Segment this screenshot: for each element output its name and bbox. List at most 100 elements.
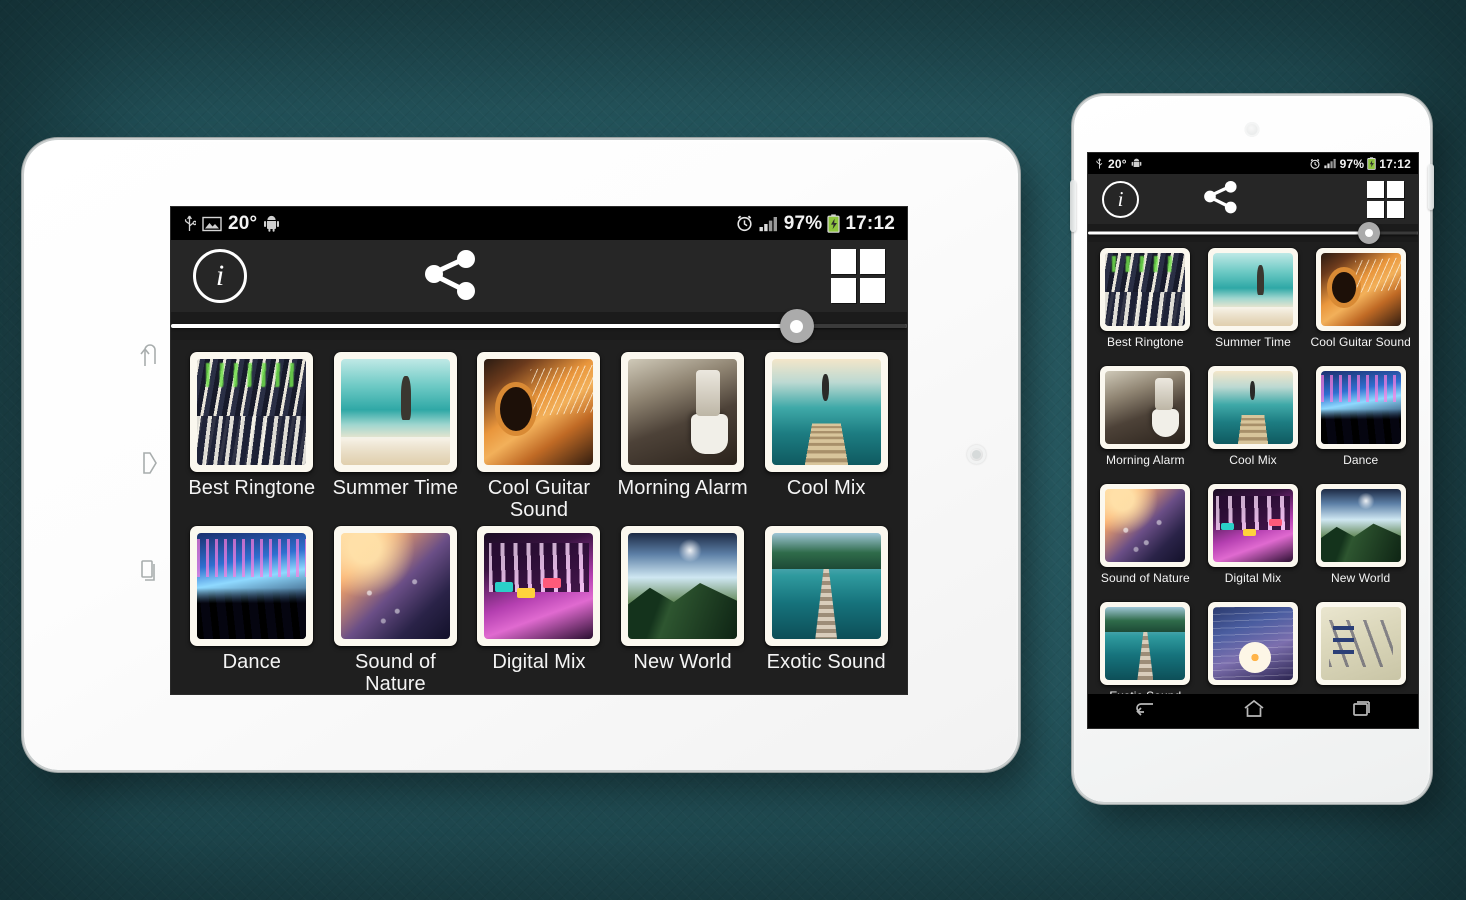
info-button[interactable]: i <box>1102 180 1139 218</box>
ringtone-label: Sound of Nature <box>354 650 436 694</box>
thumbnail-image <box>1105 253 1186 326</box>
ringtone-item[interactable]: Exotic Sound <box>1095 602 1196 694</box>
phone-earpiece-icon <box>1244 122 1260 137</box>
info-button[interactable]: i <box>193 249 247 303</box>
thumbnail-image <box>197 359 307 465</box>
ringtone-thumbnail[interactable] <box>1100 602 1191 685</box>
ringtone-item[interactable]: Best Ringtone <box>1095 248 1196 364</box>
home-button[interactable] <box>1243 699 1265 724</box>
ringtone-item[interactable]: Cool Mix <box>759 352 893 522</box>
thumbnail-image <box>1320 253 1401 326</box>
tablet-status-bar: 20° 97% 17:12 <box>171 207 907 240</box>
ringtone-item[interactable]: Cool Guitar Sound <box>472 352 606 522</box>
phone-navigation-bar <box>1088 694 1418 728</box>
grid-view-icon[interactable] <box>1366 180 1404 218</box>
paper-artwork-icon <box>1320 607 1401 680</box>
temperature-label: 20° <box>228 212 258 234</box>
ringtone-item[interactable]: New World <box>1310 484 1411 600</box>
ringtone-item[interactable]: Dance <box>185 525 319 694</box>
ringtone-item[interactable] <box>1310 602 1411 694</box>
ringtone-item[interactable] <box>1203 602 1304 694</box>
share-icon[interactable] <box>1202 179 1240 219</box>
ringtone-item[interactable]: Sound of Nature <box>1095 484 1196 600</box>
ringtone-thumbnail[interactable] <box>764 352 888 472</box>
thumbnail-image <box>484 532 594 639</box>
ringtone-item[interactable]: Morning Alarm <box>616 352 750 522</box>
ringtone-thumbnail[interactable] <box>1315 602 1406 685</box>
digital-artwork-icon <box>484 532 594 639</box>
ringtone-item[interactable]: Exotic Sound <box>759 525 893 694</box>
thumbnail-image <box>1212 371 1293 444</box>
ringtone-item[interactable]: Cool Mix <box>1203 366 1304 482</box>
ringtone-thumbnail[interactable] <box>621 525 745 646</box>
ringtone-label: Exotic Sound <box>766 650 886 673</box>
ringtone-label: New World <box>633 650 732 673</box>
ringtone-item[interactable]: Summer Time <box>329 352 463 522</box>
recents-button[interactable] <box>1352 699 1374 723</box>
tablet-screen: 20° 97% 17:12 i Best Ringtone Summer Tim… <box>171 207 907 694</box>
phone-volume-button[interactable] <box>1070 180 1076 232</box>
ringtone-thumbnail[interactable] <box>1315 366 1406 449</box>
clock-label: 17:12 <box>1379 156 1411 171</box>
tablet-recents-button[interactable] <box>136 555 162 585</box>
ringtone-thumbnail[interactable] <box>621 352 745 472</box>
thumbnail-image <box>484 359 594 465</box>
coffee-artwork-icon <box>628 359 738 465</box>
back-button[interactable] <box>1132 700 1156 723</box>
phone-power-button[interactable] <box>1428 164 1434 210</box>
ringtone-thumbnail[interactable] <box>1100 248 1191 331</box>
ringtone-item[interactable]: Sound of Nature <box>329 525 463 694</box>
nature-artwork-icon <box>1105 489 1186 562</box>
ringtone-item[interactable]: Cool Guitar Sound <box>1310 248 1411 364</box>
thumbnail-image <box>1212 253 1293 326</box>
ringtone-item[interactable]: Morning Alarm <box>1095 366 1196 482</box>
thumbnail-image <box>1105 371 1186 444</box>
ringtone-label: Morning Alarm <box>1105 453 1185 467</box>
clock-label: 17:12 <box>845 212 895 234</box>
ringtone-thumbnail[interactable] <box>1315 484 1406 567</box>
ringtone-label: New World <box>1330 571 1391 585</box>
phone-device: 20° 97% 17:12 i Best Ringtone Summer Tim… <box>1070 96 1434 802</box>
phone-screen: 20° 97% 17:12 i Best Ringtone Summer Tim… <box>1088 153 1418 728</box>
tablet-back-button[interactable] <box>136 340 162 370</box>
ringtone-thumbnail[interactable] <box>333 525 457 646</box>
ringtone-thumbnail[interactable] <box>477 525 601 646</box>
ringtone-item[interactable]: Digital Mix <box>472 525 606 694</box>
ringtone-label: Cool Guitar Sound <box>487 477 591 522</box>
ringtone-thumbnail[interactable] <box>764 525 888 646</box>
ringtone-thumbnail[interactable] <box>1100 366 1191 449</box>
ringtone-thumbnail[interactable] <box>1207 366 1298 449</box>
seekbar-thumb[interactable] <box>1357 222 1380 244</box>
share-icon[interactable] <box>422 247 480 306</box>
ringtone-label: Dance <box>1343 453 1379 467</box>
exotic-artwork-icon <box>1105 607 1186 680</box>
ringtone-thumbnail[interactable] <box>1100 484 1191 567</box>
ringtone-thumbnail[interactable] <box>1207 602 1298 685</box>
ringtone-item[interactable]: Digital Mix <box>1203 484 1304 600</box>
mixer-artwork-icon <box>197 359 307 465</box>
ringtone-thumbnail[interactable] <box>190 525 314 646</box>
picture-icon <box>202 216 222 231</box>
exotic-artwork-icon <box>771 532 881 639</box>
ringtone-item[interactable]: Best Ringtone <box>185 352 319 522</box>
seekbar-thumb[interactable] <box>779 309 814 343</box>
grid-view-icon[interactable] <box>830 249 885 303</box>
tablet-seekbar[interactable] <box>171 309 907 343</box>
guitar-artwork-icon <box>484 359 594 465</box>
ringtone-label: Cool Guitar Sound <box>1310 335 1411 349</box>
thumbnail-image <box>340 532 450 639</box>
ringtone-thumbnail[interactable] <box>1207 248 1298 331</box>
ringtone-thumbnail[interactable] <box>190 352 314 472</box>
ringtone-item[interactable]: Dance <box>1310 366 1411 482</box>
ringtone-label: Digital Mix <box>1224 571 1282 585</box>
signal-icon <box>759 216 777 231</box>
phone-seekbar[interactable] <box>1088 222 1418 244</box>
ringtone-thumbnail[interactable] <box>333 352 457 472</box>
tablet-home-button[interactable] <box>136 448 162 478</box>
ringtone-item[interactable]: Summer Time <box>1203 248 1304 364</box>
ringtone-thumbnail[interactable] <box>1315 248 1406 331</box>
ringtone-thumbnail[interactable] <box>1207 484 1298 567</box>
ringtone-item[interactable]: New World <box>616 525 750 694</box>
ringtone-thumbnail[interactable] <box>477 352 601 472</box>
battery-charging-icon <box>827 214 840 233</box>
